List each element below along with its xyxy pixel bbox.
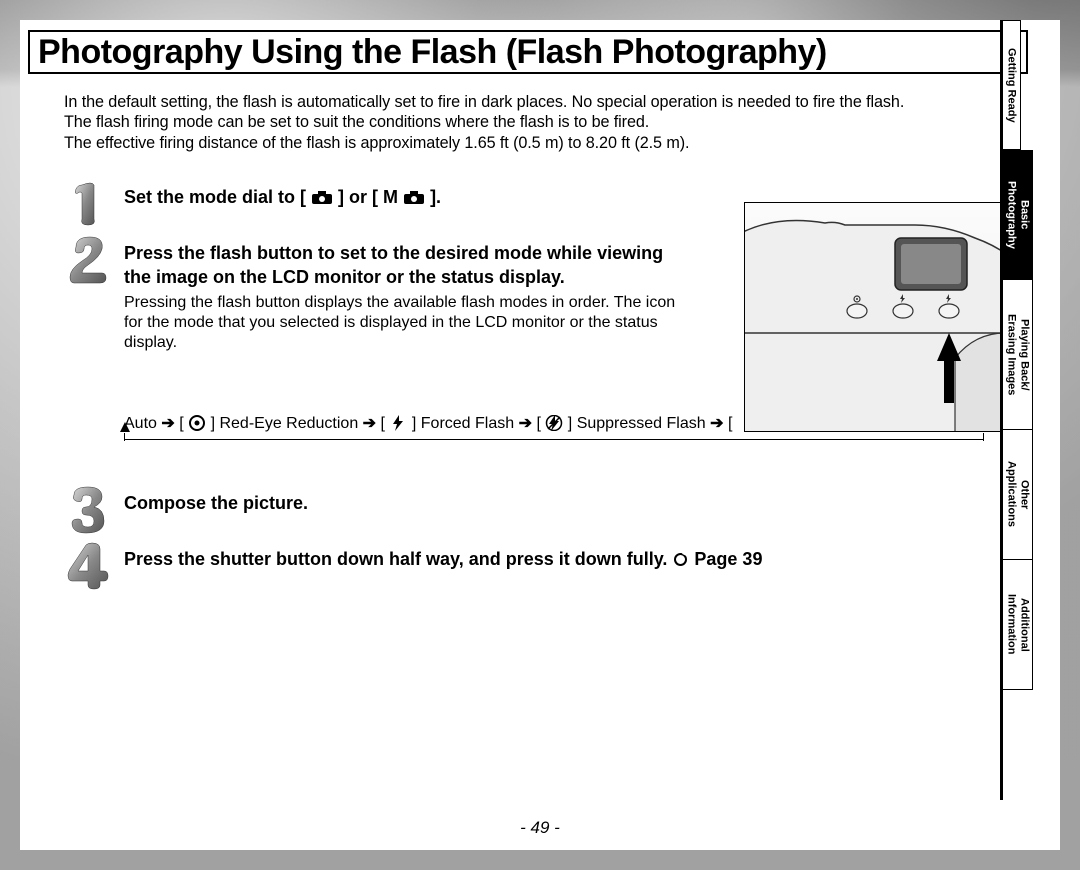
step-4-body: Press the shutter button down half way, … (124, 541, 1014, 571)
intro-p1: In the default setting, the flash is aut… (64, 92, 1014, 112)
camera-illustration (744, 202, 1024, 432)
camera-icon (403, 187, 425, 201)
step-2-title: Press the flash button to set to the des… (124, 241, 684, 290)
tab-additional-info[interactable]: AdditionalInformation (1003, 560, 1033, 690)
intro-block: In the default setting, the flash is aut… (64, 92, 1014, 153)
step-4: Press the shutter button down half way, … (64, 541, 1014, 591)
tab-getting-ready[interactable]: Getting Ready (1003, 20, 1021, 150)
page: Photography Using the Flash (Flash Photo… (20, 20, 1060, 850)
step-2-body: Press the flash button to set to the des… (124, 235, 684, 354)
intro-p3: The effective firing distance of the fla… (64, 133, 1014, 153)
page-title: Photography Using the Flash (Flash Photo… (38, 33, 827, 72)
no-flash-icon (545, 415, 563, 431)
step-1-number (64, 179, 124, 229)
step-2-number (64, 235, 124, 285)
step-3: Compose the picture. (64, 485, 1014, 535)
flash-cycle-bar (124, 437, 984, 455)
tab-basic-photography[interactable]: BasicPhotography (1003, 150, 1033, 280)
section-tabs: Getting Ready BasicPhotography Playing B… (1000, 20, 1048, 800)
camera-icon (311, 187, 333, 201)
page-title-box: Photography Using the Flash (Flash Photo… (28, 30, 1028, 74)
tab-other-applications[interactable]: OtherApplications (1003, 430, 1033, 560)
step-2-sub: Pressing the flash button displays the a… (124, 293, 684, 353)
step-3-number (64, 485, 124, 535)
redeye-icon (188, 415, 206, 431)
flash-icon (389, 415, 407, 431)
page-number: - 49 - (20, 818, 1060, 838)
step-4-number (64, 541, 124, 591)
up-arrow-icon (120, 422, 130, 432)
cross-ref-icon (672, 549, 689, 569)
step-3-body: Compose the picture. (124, 485, 1014, 515)
intro-p2: The flash firing mode can be set to suit… (64, 112, 1014, 132)
tab-playing-back[interactable]: Playing Back/Erasing Images (1003, 280, 1033, 430)
